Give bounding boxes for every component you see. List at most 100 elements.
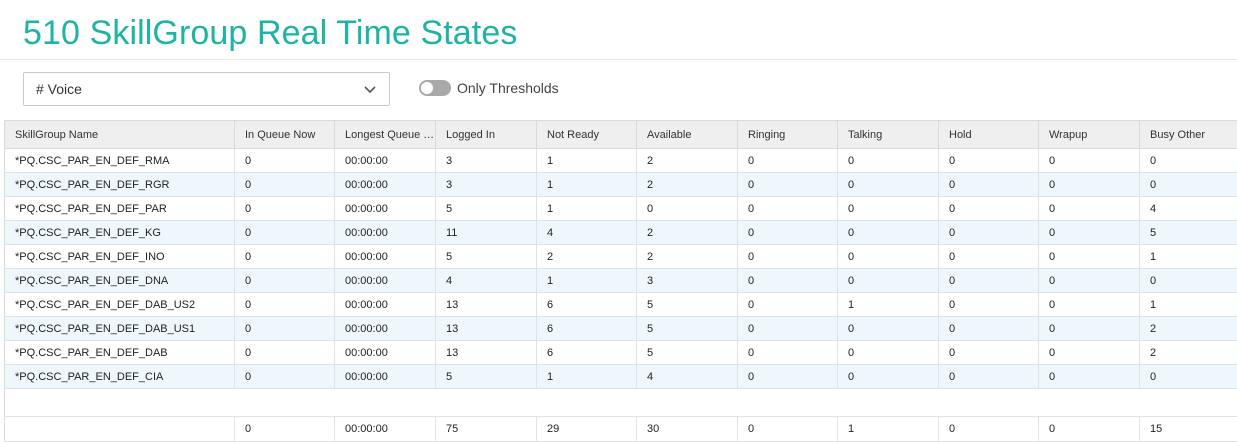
table-cell: 0 (837, 316, 939, 341)
table-cell: 13 (435, 292, 537, 317)
table-cell: 0 (737, 364, 838, 389)
table-cell: 0 (837, 340, 939, 365)
spacer-cell (435, 388, 537, 417)
table-cell: 0 (1038, 220, 1140, 245)
total-cell: 75 (435, 416, 537, 442)
table-row[interactable]: *PQ.CSC_PAR_EN_DEF_DNA 0 00:00:00 4 1 3 0 0 0 0 0 (4, 268, 1237, 293)
table-cell: 0 (938, 172, 1039, 197)
table-cell: 00:00:00 (334, 292, 436, 317)
chevron-down-icon (364, 86, 376, 94)
table-cell: *PQ.CSC_PAR_EN_DEF_CIA (4, 364, 235, 389)
table-cell: 2 (536, 244, 637, 269)
toggle-knob (421, 82, 433, 94)
table-cell: 0 (837, 364, 939, 389)
column-header[interactable]: Available (636, 120, 738, 149)
table-cell: 00:00:00 (334, 316, 436, 341)
table-row[interactable]: *PQ.CSC_PAR_EN_DEF_RGR 0 00:00:00 3 1 2 0 0 0 0 0 (4, 172, 1237, 197)
table-cell: 2 (636, 244, 738, 269)
table-cell: *PQ.CSC_PAR_EN_DEF_RGR (4, 172, 235, 197)
table-cell: 5 (435, 364, 537, 389)
table-cell: 1 (536, 196, 637, 221)
column-header[interactable]: Logged In (435, 120, 537, 149)
table-cell: 0 (1038, 292, 1140, 317)
table-cell: 0 (737, 148, 838, 173)
column-header[interactable]: Talking (837, 120, 939, 149)
table-cell: 0 (837, 172, 939, 197)
table-row[interactable]: *PQ.CSC_PAR_EN_DEF_RMA 0 00:00:00 3 1 2 0 0 0 0 0 (4, 148, 1237, 173)
table-cell: *PQ.CSC_PAR_EN_DEF_KG (4, 220, 235, 245)
table-cell: 0 (234, 148, 335, 173)
total-cell: 0 (737, 416, 838, 442)
table-cell: 00:00:00 (334, 340, 436, 365)
column-header[interactable]: Ringing (737, 120, 838, 149)
total-cell: 0 (234, 416, 335, 442)
table-spacer-row (4, 388, 1237, 417)
column-header[interactable]: In Queue Now (234, 120, 335, 149)
table-cell: 0 (837, 196, 939, 221)
only-thresholds-toggle[interactable] (419, 80, 451, 96)
table-cell: 0 (234, 292, 335, 317)
table-cell: 1 (536, 148, 637, 173)
spacer-cell (737, 388, 838, 417)
table-cell: 00:00:00 (334, 220, 436, 245)
table-cell: *PQ.CSC_PAR_EN_DEF_DAB_US1 (4, 316, 235, 341)
table-cell: 0 (1038, 196, 1140, 221)
table-cell: 2 (636, 148, 738, 173)
table-cell: *PQ.CSC_PAR_EN_DEF_RMA (4, 148, 235, 173)
table-cell: 5 (435, 196, 537, 221)
only-thresholds-label: Only Thresholds (457, 80, 559, 96)
page-title: 510 SkillGroup Real Time States (23, 14, 518, 52)
table-cell: 00:00:00 (334, 244, 436, 269)
table-row[interactable]: *PQ.CSC_PAR_EN_DEF_DAB_US2 0 00:00:00 13 6 5 0… (4, 292, 1237, 317)
total-cell (4, 416, 235, 442)
table-cell: 1 (1139, 244, 1237, 269)
table-cell: 5 (435, 244, 537, 269)
table-cell: 0 (1038, 244, 1140, 269)
table-cell: 0 (1139, 364, 1237, 389)
table-cell: 0 (1038, 172, 1140, 197)
table-row[interactable]: *PQ.CSC_PAR_EN_DEF_CIA 0 00:00:00 5 1 4 0 0 0 0 0 (4, 364, 1237, 389)
table-cell: 0 (234, 244, 335, 269)
table-cell: 0 (1038, 268, 1140, 293)
table-cell: 3 (636, 268, 738, 293)
column-header[interactable]: Hold (938, 120, 1039, 149)
table-cell: 00:00:00 (334, 196, 436, 221)
table-cell: 0 (737, 268, 838, 293)
column-header[interactable]: Wrapup (1038, 120, 1140, 149)
table-cell: 1 (837, 292, 939, 317)
total-cell: 15 (1139, 416, 1237, 442)
table-cell: 0 (837, 220, 939, 245)
table-cell: 0 (938, 148, 1039, 173)
table-cell: 5 (1139, 220, 1237, 245)
skillgroup-filter-dropdown[interactable]: # Voice (23, 72, 390, 106)
table-row[interactable]: *PQ.CSC_PAR_EN_DEF_DAB_US1 0 00:00:00 13 6 5 0… (4, 316, 1237, 341)
table-cell: 00:00:00 (334, 364, 436, 389)
column-header[interactable]: Not Ready (536, 120, 637, 149)
spacer-cell (1139, 388, 1237, 417)
total-cell: 00:00:00 (334, 416, 436, 442)
table-cell: 1 (536, 364, 637, 389)
table-cell: 00:00:00 (334, 172, 436, 197)
table-row[interactable]: *PQ.CSC_PAR_EN_DEF_DAB 0 00:00:00 13 6 5 0 0 0 0 2 (4, 340, 1237, 365)
table-cell: 0 (234, 364, 335, 389)
spacer-cell (636, 388, 738, 417)
table-cell: 0 (234, 268, 335, 293)
table-cell: 0 (938, 340, 1039, 365)
spacer-cell (234, 388, 335, 417)
column-header[interactable]: SkillGroup Name (4, 120, 235, 149)
table-row[interactable]: *PQ.CSC_PAR_EN_DEF_INO 0 00:00:00 5 2 2 0 0 0 0 1 (4, 244, 1237, 269)
table-cell: 5 (636, 340, 738, 365)
title-divider (0, 59, 1237, 60)
table-cell: 0 (737, 172, 838, 197)
table-cell: 2 (636, 172, 738, 197)
table-cell: 00:00:00 (334, 268, 436, 293)
table-row[interactable]: *PQ.CSC_PAR_EN_DEF_PAR 0 00:00:00 5 1 0 0 0 0 0 4 (4, 196, 1237, 221)
column-header[interactable]: Busy Other (1139, 120, 1237, 149)
table-cell: 0 (737, 316, 838, 341)
skillgroup-table: SkillGroup Name In Queue Now Longest Queue… (4, 120, 1237, 442)
table-cell: 2 (1139, 340, 1237, 365)
table-row[interactable]: *PQ.CSC_PAR_EN_DEF_KG 0 00:00:00 11 4 2 0 0 0 0 5 (4, 220, 1237, 245)
table-cell: 1 (1139, 292, 1237, 317)
table-cell: 0 (938, 268, 1039, 293)
column-header[interactable]: Longest Queue T... (334, 120, 436, 149)
